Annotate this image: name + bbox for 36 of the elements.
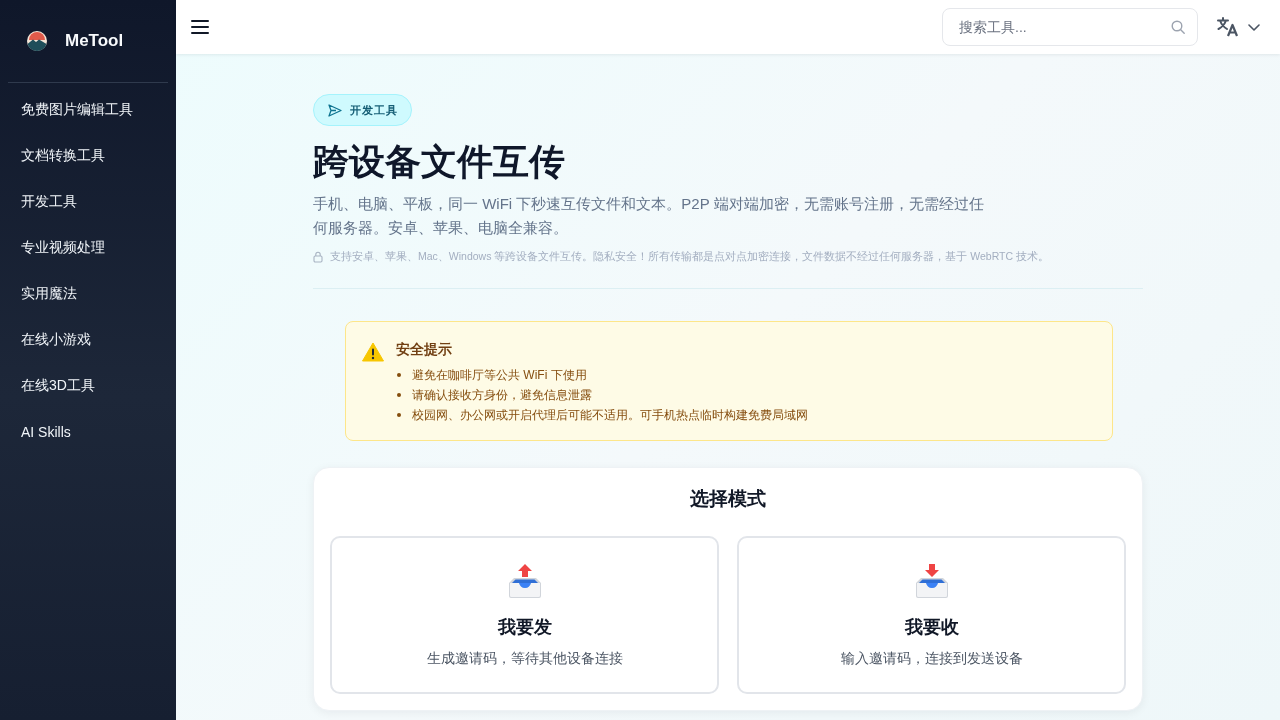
- mode-option[interactable]: 我要发 生成邀请码，等待其他设备连接: [330, 536, 719, 694]
- privacy-note: 支持安卓、苹果、Mac、Windows 等跨设备文件互传。隐私安全！所有传输都是点对点加密连接，文件数据不经过任何服务器，基于 WebRTC 技术。: [330, 250, 1049, 264]
- sidebar-item[interactable]: 实用魔法: [8, 271, 168, 317]
- sidebar-item[interactable]: 在线3D工具: [8, 363, 168, 409]
- sidebar-item[interactable]: 免费图片编辑工具: [8, 87, 168, 133]
- search-icon: [1171, 20, 1185, 34]
- lock-icon: [313, 251, 323, 263]
- mode-option[interactable]: 我要收 输入邀请码，连接到发送设备: [737, 536, 1126, 694]
- menu-button[interactable]: [191, 19, 209, 34]
- sidebar-item[interactable]: 在线小游戏: [8, 317, 168, 363]
- logo-icon: [27, 31, 47, 51]
- menu-icon: [191, 19, 209, 34]
- outbox-tray-icon: [506, 563, 543, 599]
- translate-icon: [1217, 17, 1239, 37]
- search-field[interactable]: 搜索工具...: [942, 8, 1198, 46]
- warning-title: 安全提示: [396, 342, 452, 358]
- page-title: 跨设备文件互传: [313, 140, 565, 184]
- bullet-icon: [397, 373, 401, 377]
- mode-title: 选择模式: [690, 487, 766, 511]
- sidebar-item[interactable]: 文档转换工具: [8, 133, 168, 179]
- paper-plane-icon: [328, 103, 342, 117]
- chevron-down-icon: [1248, 23, 1260, 31]
- warning-item: 请确认接收方身份，避免信息泄露: [412, 386, 592, 404]
- inbox-tray-icon: [913, 563, 950, 599]
- sidebar-item[interactable]: 开发工具: [8, 179, 168, 225]
- badge-label: 开发工具: [350, 102, 398, 118]
- logo-text[interactable]: MeTool: [65, 31, 124, 51]
- bullet-icon: [397, 413, 401, 417]
- sidebar-item[interactable]: AI Skills: [8, 409, 168, 455]
- page-description: 手机、电脑、平板，同一 WiFi 下秒速互传文件和文本。P2P 端对端加密，无需账号注册，无需经过任何服务器。安卓、苹果、电脑全兼容。: [313, 194, 985, 238]
- warning-icon: [362, 342, 384, 362]
- bullet-icon: [397, 393, 401, 397]
- warning-item: 校园网、办公网或开启代理后可能不适用。可手机热点临时构建免费局域网: [412, 406, 808, 424]
- sidebar-item[interactable]: 专业视频处理: [8, 225, 168, 271]
- warning-item: 避免在咖啡厅等公共 WiFi 下使用: [412, 366, 587, 384]
- language-button[interactable]: [1217, 17, 1260, 37]
